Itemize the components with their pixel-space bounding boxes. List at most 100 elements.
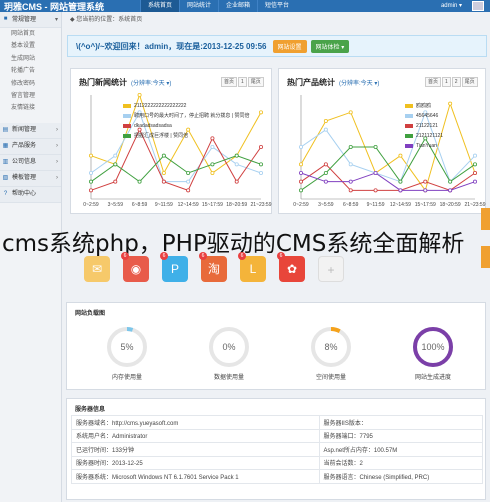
- server-sessions: 当前会话数：2: [318, 455, 484, 470]
- data-point: [472, 153, 477, 158]
- x-tick-label: 0~2:59: [293, 202, 309, 208]
- nav-mail[interactable]: 企业邮箱: [218, 0, 257, 12]
- user-menu[interactable]: admin ▾: [441, 0, 462, 12]
- legend-item: 2121121121: [405, 131, 443, 141]
- chevron-right-icon: ›: [56, 143, 58, 150]
- product-line-chart: 0~2:59 3~5:59 6~8:59 9~11:59 12~14:59 15~17:5…: [293, 95, 486, 208]
- data-point: [258, 145, 263, 150]
- news-legend: 2112222222222222222 聘用口号的最大时间了，停止招聘 就分拨息 …: [123, 101, 249, 141]
- data-point: [186, 188, 191, 193]
- legend-item: 45645646: [405, 111, 443, 121]
- data-point: [348, 145, 353, 150]
- sidebar-group-news[interactable]: ▤ 新闻管理 ›: [0, 122, 61, 139]
- data-point: [373, 171, 378, 176]
- data-point: [423, 188, 428, 193]
- shop-icon[interactable]: L6: [238, 252, 266, 282]
- site-settings-button[interactable]: 网站设置: [272, 39, 307, 53]
- template-icon: ▧: [2, 174, 9, 181]
- data-point: [186, 171, 191, 176]
- data-point: [348, 188, 353, 193]
- data-point: [88, 188, 93, 193]
- server-port: 服务器端口：7795: [318, 428, 484, 443]
- data-point: [398, 179, 403, 184]
- data-point: [298, 188, 303, 193]
- qzone-icon[interactable]: P6: [160, 252, 188, 282]
- news-chart-panel: 热门新闻统计 (分辨率:今天 ▾) 首页 1 尾页 0~2:59 3~5:59 6~8…: [70, 68, 272, 214]
- notification-badge: 6: [238, 252, 246, 260]
- side-tab-bottom[interactable]: [481, 246, 490, 268]
- data-point: [234, 162, 239, 167]
- sidebar-group-general[interactable]: ■ 常规管理 ▾: [0, 12, 61, 28]
- site-check-button[interactable]: 网站体检 ▾: [310, 39, 350, 53]
- data-point: [323, 179, 328, 184]
- gauge-ring: 8%: [311, 327, 351, 367]
- weibo-icon[interactable]: ◉ 6: [121, 252, 149, 282]
- nav-home[interactable]: 系统首页: [140, 0, 180, 12]
- data-point: [258, 171, 263, 176]
- nav-stats[interactable]: 网站统计: [179, 0, 218, 12]
- gauge-ring: 0%: [209, 327, 249, 367]
- space-gauge: 8% 空间使用量: [301, 325, 361, 381]
- data-point: [448, 179, 453, 184]
- gauge-fill: [330, 327, 341, 334]
- data-point: [210, 171, 215, 176]
- sidebar-item-password[interactable]: 修改密码: [0, 78, 61, 90]
- sidebar-group-products[interactable]: ▦ 产品服务 ›: [0, 138, 61, 155]
- avatar[interactable]: [472, 1, 484, 11]
- data-point: [113, 179, 118, 184]
- server-info-table: 服务器域名：http://cms.yueyasoft.com 服务器IIS版本： …: [71, 415, 484, 484]
- building-icon: ▥: [2, 158, 9, 165]
- legend-swatch: [123, 104, 131, 108]
- data-point: [472, 179, 477, 184]
- data-point: [210, 145, 215, 150]
- sidebar-group-company[interactable]: ▥ 公司信息 ›: [0, 154, 61, 171]
- chevron-down-icon: ▾: [54, 16, 58, 23]
- data-point: [348, 179, 353, 184]
- gauge-label: 数据使用量: [213, 375, 244, 381]
- breadcrumb: ◆ 您当前的位置：系统首页: [64, 12, 490, 29]
- data-point: [298, 145, 303, 150]
- data-point: [323, 127, 328, 132]
- table-row: 系统用户名：Administrator 服务器端口：7795: [71, 428, 484, 443]
- taobao-icon[interactable]: 淘6: [199, 252, 227, 282]
- sidebar-item-generate[interactable]: 生成网站: [0, 53, 61, 65]
- gauge-value: 8%: [324, 342, 337, 352]
- sidebar-group-templates[interactable]: ▧ 模板管理 ›: [0, 170, 61, 187]
- data-point: [323, 171, 328, 176]
- add-icon[interactable]: +: [318, 256, 344, 282]
- legend-label: dkadadsadsadsa: [134, 123, 172, 129]
- mail-icon[interactable]: ✉6: [84, 256, 110, 282]
- notification-badge: 6: [121, 252, 129, 260]
- legend-label: 2112222222222222222: [134, 103, 187, 109]
- x-tick-label: 18~20:59: [440, 202, 461, 208]
- gauge-value: 5%: [120, 342, 133, 352]
- sidebar-item-banner[interactable]: 轮播广告: [0, 65, 61, 77]
- chevron-right-icon: ›: [56, 159, 58, 166]
- sidebar-group-help[interactable]: ? 帮助中心: [0, 186, 61, 203]
- sidebar-item-messages[interactable]: 留言管理: [0, 90, 61, 102]
- sidebar-item-home[interactable]: 网站首页: [0, 28, 61, 40]
- data-point: [234, 179, 239, 184]
- notification-badge: 6: [199, 252, 207, 260]
- server-memory: Asp.net所占内存：100.57M: [318, 442, 484, 457]
- legend-item: 把握汇成巨浮楼 | 赞同倍: [123, 131, 249, 141]
- nav-sms[interactable]: 短信平台: [257, 0, 296, 12]
- data-point: [472, 171, 477, 176]
- data-point: [258, 162, 263, 167]
- chevron-right-icon: ›: [56, 127, 58, 134]
- server-iis: 服务器IIS版本：: [318, 415, 484, 430]
- data-point: [472, 162, 477, 167]
- legend-item: dkadadsadsadsa: [123, 121, 249, 131]
- gift-icon[interactable]: ✿ 6: [277, 252, 305, 282]
- sidebar-item-links[interactable]: 友情链接: [0, 102, 61, 114]
- sidebar-item-settings[interactable]: 基本设置: [0, 40, 61, 52]
- product-icon: ▦: [2, 142, 9, 149]
- x-tick-label: 12~14:59: [178, 202, 199, 208]
- data-point: [161, 171, 166, 176]
- side-tab-top[interactable]: [481, 208, 490, 230]
- data-point: [234, 153, 239, 158]
- data-point: [448, 101, 453, 106]
- data-point: [88, 153, 93, 158]
- gauge-fill: [126, 327, 134, 332]
- data-point: [373, 188, 378, 193]
